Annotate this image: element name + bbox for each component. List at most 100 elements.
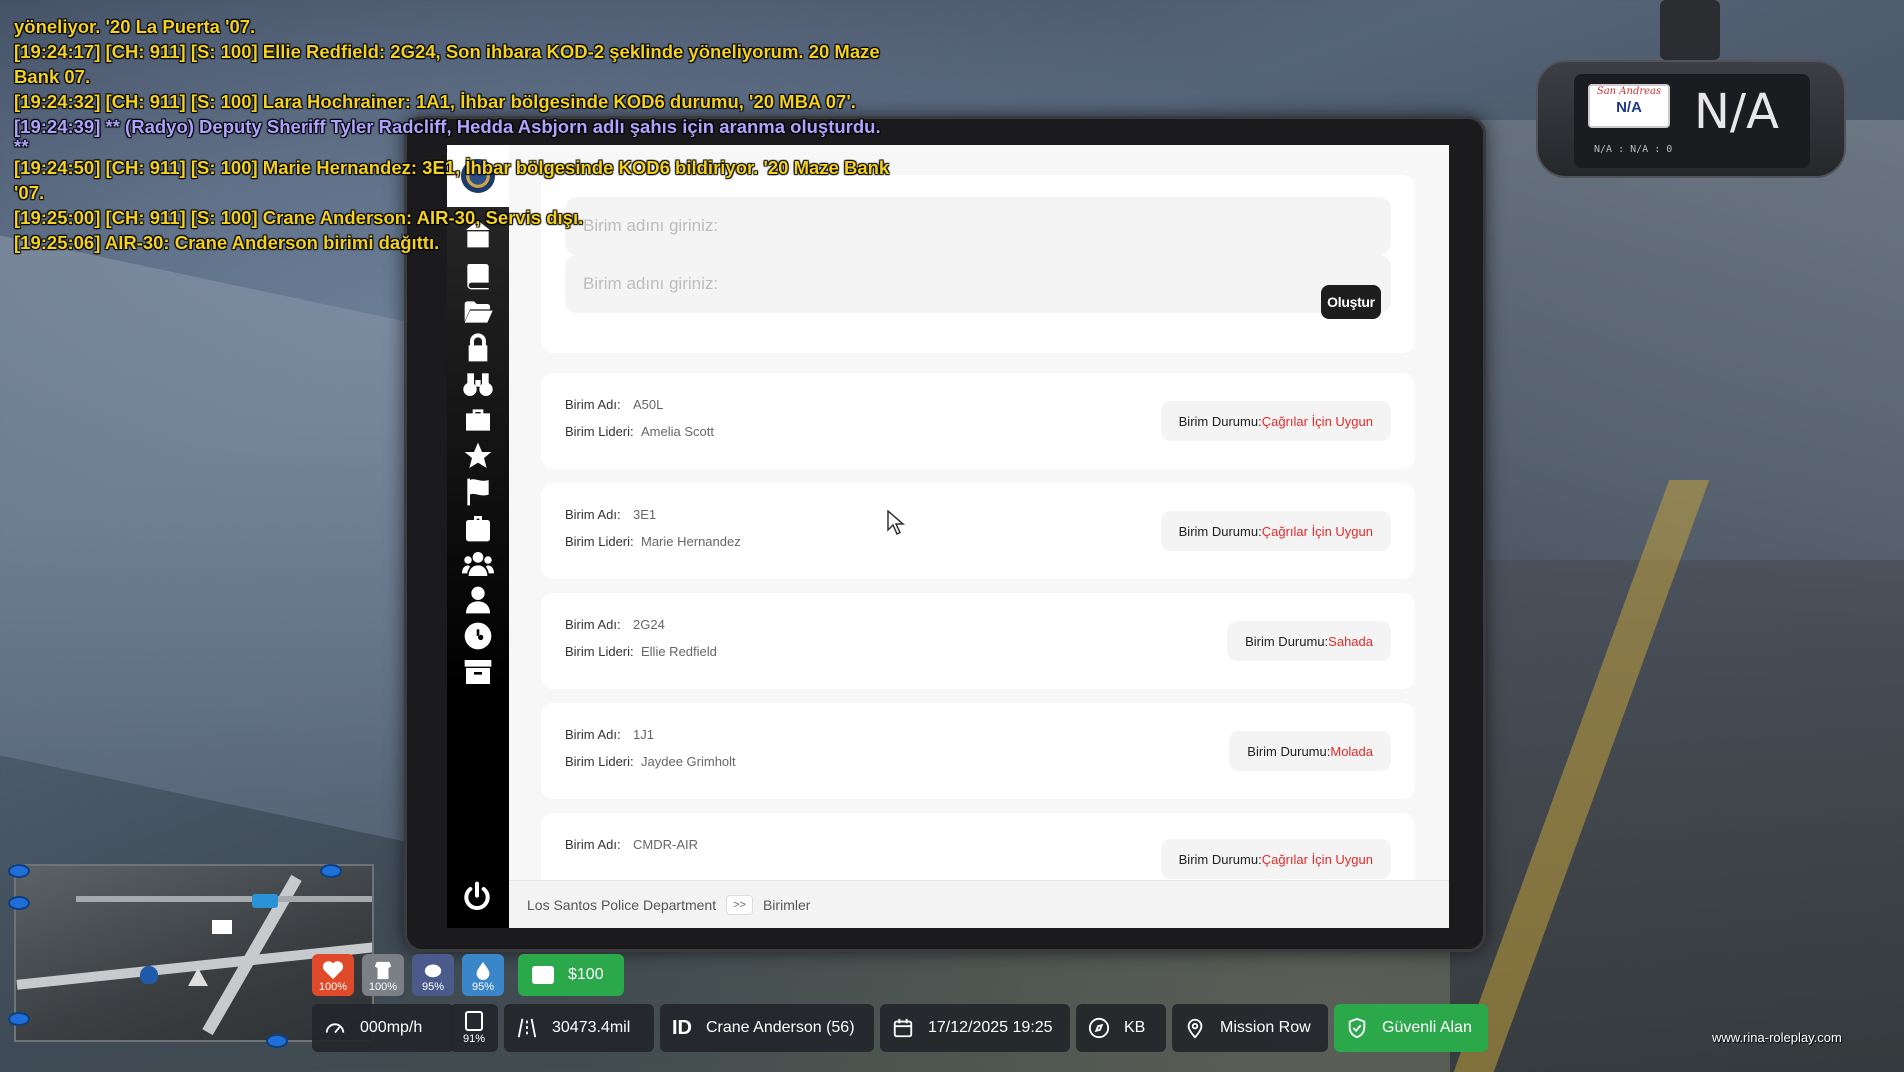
breadcrumb-separator: >> bbox=[726, 894, 753, 915]
wallet-icon bbox=[532, 966, 554, 984]
sidebar-item-profile[interactable] bbox=[461, 583, 495, 617]
unit-name-row: Birim Adı: CMDR-AIR bbox=[565, 837, 698, 852]
unit-card[interactable]: Birim Adı: CMDR-AIR Birim Durumu: Çağrılar… bbox=[541, 813, 1415, 880]
unit-name-row: Birim Adı: 1J1 bbox=[565, 727, 654, 742]
breadcrumb: Los Santos Police Department >> Birimler bbox=[509, 880, 1449, 928]
dashcam-info: N/A : N/A : 0 bbox=[1594, 144, 1673, 155]
power-icon bbox=[464, 881, 490, 910]
unit-status: Birim Durumu: Sahada bbox=[1227, 621, 1391, 661]
mileage-display: 30473.4mil bbox=[504, 1004, 654, 1052]
unit-leader-row: Birim Lideri: Ellie Redfield bbox=[565, 644, 717, 659]
map-blip-icon bbox=[266, 1034, 288, 1048]
unit-leader: Jaydee Grimholt bbox=[641, 754, 736, 769]
power-button[interactable] bbox=[461, 881, 495, 915]
dashcam-screen: San Andreas N/A N/A N/A : N/A : 0 bbox=[1574, 74, 1810, 168]
unit-leader-label: Birim Lideri: bbox=[565, 754, 634, 769]
money-display: $100 bbox=[518, 954, 624, 996]
speedometer-icon bbox=[324, 1017, 346, 1039]
fuel-display: 91% bbox=[450, 1004, 498, 1052]
unit-leader-row: Birim Lideri: Jaydee Grimholt bbox=[565, 754, 736, 769]
unit-status-value: Sahada bbox=[1328, 633, 1373, 649]
chat-line: [19:24:32] [CH: 911] [S: 100] Lara Hochr… bbox=[14, 91, 856, 112]
unit-status: Birim Durumu: Çağrılar İçin Uygun bbox=[1160, 511, 1391, 551]
sidebar-item-flags[interactable] bbox=[461, 475, 495, 509]
vehicle-icon bbox=[252, 894, 278, 908]
unit-card[interactable]: Birim Adı: 2G24 Birim Lideri: Ellie Redfie… bbox=[541, 593, 1415, 689]
unit-status-label: Birim Durumu: bbox=[1245, 633, 1329, 649]
health-value: 100% bbox=[318, 981, 348, 993]
datetime-display: 17/12/2025 19:25 bbox=[880, 1004, 1070, 1052]
house-icon bbox=[212, 920, 232, 934]
speed-display: 000mp/h bbox=[312, 1004, 454, 1052]
calendar-icon bbox=[892, 1017, 914, 1039]
chat-line: [19:24:17] [CH: 911] [S: 100] Ellie Redf… bbox=[14, 41, 880, 62]
zone-value: Güvenli Alan bbox=[1382, 1019, 1472, 1036]
water-icon bbox=[476, 961, 490, 980]
unit-card[interactable]: Birim Adı: 3E1 Birim Lideri: Marie Hernand… bbox=[541, 483, 1415, 579]
user-icon bbox=[466, 586, 490, 614]
unit-name-row: Birim Adı: 3E1 bbox=[565, 507, 656, 522]
sidebar-item-cases[interactable] bbox=[461, 403, 495, 437]
map-blip-icon bbox=[8, 1012, 30, 1026]
dashcam: San Andreas N/A N/A N/A : N/A : 0 bbox=[1536, 60, 1846, 178]
unit-status: Birim Durumu: Çağrılar İçin Uygun bbox=[1160, 839, 1391, 879]
unit-status-label: Birim Durumu: bbox=[1178, 523, 1262, 539]
thirst-stat: 95% bbox=[462, 954, 504, 996]
briefcase-icon bbox=[466, 409, 490, 431]
dashcam-mount bbox=[1660, 0, 1720, 60]
sidebar-item-units[interactable] bbox=[461, 547, 495, 581]
plate-state: San Andreas bbox=[1596, 86, 1662, 97]
sidebar-item-reports[interactable] bbox=[461, 259, 495, 293]
chat-line: Bank 07. bbox=[14, 66, 91, 87]
unit-card[interactable]: Birim Adı: A50L Birim Lideri: Amelia Scott… bbox=[541, 373, 1415, 469]
direction-display: KB bbox=[1076, 1004, 1166, 1052]
fuel-icon bbox=[465, 1011, 483, 1031]
player-id-display: ID Crane Anderson (56) bbox=[660, 1004, 874, 1052]
chat-line: [19:24:50] [CH: 911] [S: 100] Marie Hern… bbox=[14, 157, 890, 178]
unit-status-value: Molada bbox=[1330, 743, 1373, 759]
unit-status-value: Çağrılar İçin Uygun bbox=[1261, 523, 1373, 539]
unit-card[interactable]: Birim Adı: 1J1 Birim Lideri: Jaydee Grimho… bbox=[541, 703, 1415, 799]
armor-icon bbox=[374, 961, 392, 980]
location-value: Mission Row bbox=[1220, 1019, 1311, 1036]
star-icon bbox=[464, 442, 492, 468]
sidebar-item-investigate[interactable] bbox=[461, 367, 495, 401]
unit-name-input[interactable] bbox=[565, 255, 1391, 313]
chat-line: ** bbox=[14, 136, 29, 157]
unit-status: Birim Durumu: Çağrılar İçin Uygun bbox=[1160, 401, 1391, 441]
sidebar-item-evidence[interactable] bbox=[461, 511, 495, 545]
folder-open-icon bbox=[464, 301, 493, 323]
id-label: ID bbox=[672, 1016, 692, 1039]
unit-leader-label: Birim Lideri: bbox=[565, 424, 634, 439]
gauge-icon bbox=[464, 622, 492, 650]
sidebar-item-favorites[interactable] bbox=[461, 439, 495, 473]
chat-line: yöneliyor. '20 La Puerta '07. bbox=[14, 16, 256, 37]
chat-line: [19:25:06] AIR-30: Crane Anderson birimi… bbox=[14, 232, 440, 253]
direction-value: KB bbox=[1124, 1019, 1146, 1036]
map-blip-icon bbox=[320, 864, 342, 878]
breadcrumb-current: Birimler bbox=[762, 896, 811, 913]
hunger-stat: 95% bbox=[412, 954, 454, 996]
map-blip-icon bbox=[8, 864, 30, 878]
sidebar-item-dashboard[interactable] bbox=[461, 619, 495, 653]
users-icon bbox=[462, 552, 494, 576]
food-icon bbox=[424, 964, 442, 978]
background-building bbox=[0, 235, 420, 845]
dashcam-plate-readout: N/A bbox=[1694, 84, 1779, 140]
sidebar-item-archive[interactable] bbox=[461, 655, 495, 689]
speed-value: 000mp/h bbox=[360, 1019, 423, 1036]
sidebar-item-secure[interactable] bbox=[461, 331, 495, 365]
player-arrow-icon bbox=[188, 968, 208, 986]
create-unit-button[interactable]: Oluştur bbox=[1321, 285, 1381, 319]
archive-icon bbox=[464, 660, 492, 684]
unit-leader: Marie Hernandez bbox=[641, 534, 741, 549]
book-icon bbox=[467, 264, 489, 290]
unit-name: 3E1 bbox=[633, 507, 657, 522]
shield-check-icon bbox=[1346, 1017, 1368, 1039]
units-content: Oluştur Birim Adı:A50L Birim Lideri: Amel… bbox=[509, 145, 1449, 880]
unit-leader-label: Birim Lideri: bbox=[565, 534, 634, 549]
breadcrumb-root[interactable]: Los Santos Police Department bbox=[527, 897, 716, 913]
map-pin-icon bbox=[1184, 1017, 1206, 1039]
sidebar-item-files[interactable] bbox=[461, 295, 495, 329]
unit-name: CMDR-AIR bbox=[633, 837, 698, 852]
